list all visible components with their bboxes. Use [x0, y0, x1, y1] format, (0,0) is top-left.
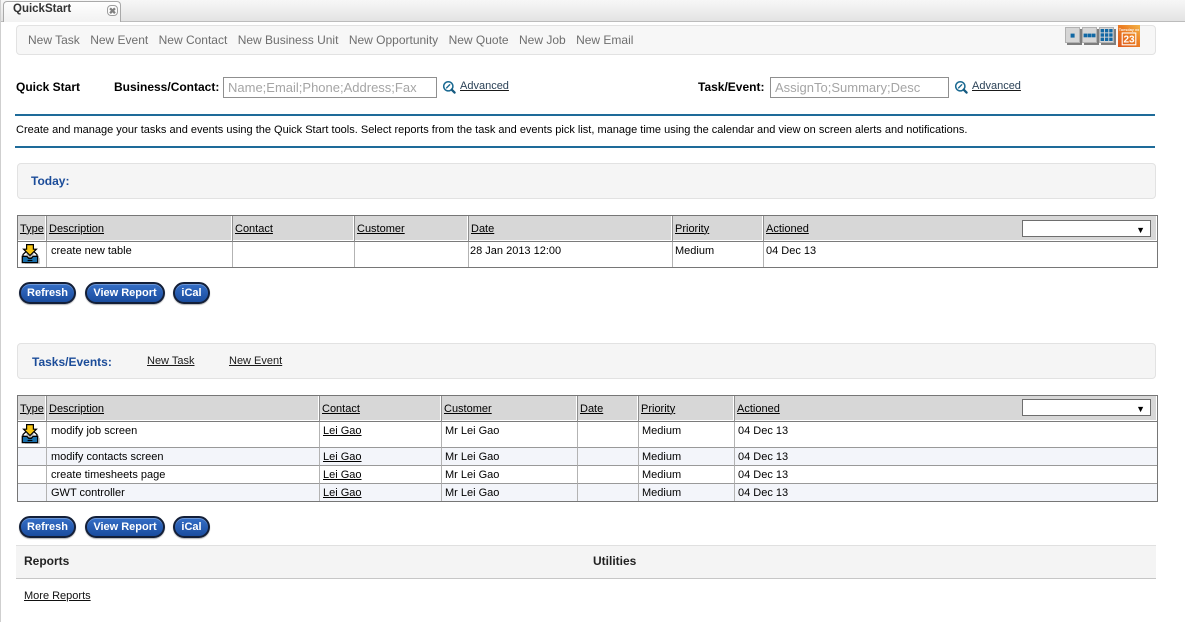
svg-text:Tuesday xx: Tuesday xx	[1119, 28, 1140, 32]
svg-text:23: 23	[1123, 35, 1135, 46]
